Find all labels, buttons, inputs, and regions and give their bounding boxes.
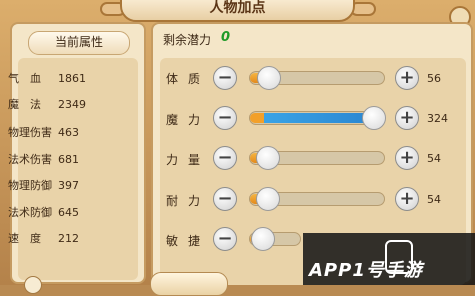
stat-label: 法术伤害 — [8, 153, 52, 166]
stat-value: 463 — [58, 126, 79, 139]
info-icon[interactable] — [24, 276, 42, 294]
stat-value: 1861 — [58, 72, 86, 85]
stat-label: 物理防御 — [8, 179, 52, 192]
magic-plus-button[interactable]: + — [395, 106, 419, 130]
magic-minus-button[interactable]: − — [213, 106, 237, 130]
magic-slider-fill — [250, 113, 374, 123]
stat-label: 气 血 — [8, 72, 41, 85]
window-title: 人物加点 — [209, 0, 266, 16]
remaining-potential-value: 0 — [221, 30, 231, 45]
agility-slider[interactable] — [249, 227, 301, 251]
stat-row-physical-defense: 物理防御 397 — [8, 177, 79, 193]
agility-minus-button[interactable]: − — [213, 227, 237, 251]
strength-slider-handle[interactable] — [255, 146, 280, 170]
stat-value: 2349 — [58, 98, 86, 111]
constitution-plus-button[interactable]: + — [395, 66, 419, 90]
attr-name-endurance: 耐力 — [166, 194, 211, 208]
remaining-potential-label: 剩余潜力 — [163, 33, 212, 47]
stat-row-mp: 魔 法 2349 — [8, 96, 86, 112]
attr-name-constitution: 体质 — [166, 72, 211, 86]
stat-row-magic-defense: 法术防御 645 — [8, 204, 79, 220]
magic-value: 324 — [427, 112, 448, 125]
endurance-slider-handle[interactable] — [255, 187, 280, 211]
stat-row-magic-damage: 法术伤害 681 — [8, 151, 79, 167]
stat-value: 397 — [58, 179, 79, 192]
stat-row-physical-damage: 物理伤害 463 — [8, 124, 79, 140]
endurance-plus-button[interactable]: + — [395, 187, 419, 211]
constitution-slider-handle[interactable] — [256, 66, 281, 90]
stat-row-hp: 气 血 1861 — [8, 70, 86, 86]
attr-name-strength: 力量 — [166, 153, 211, 167]
watermark-text: APP1号手游 — [309, 260, 423, 281]
stat-label: 法术防御 — [8, 206, 52, 219]
constitution-slider[interactable] — [249, 66, 385, 90]
attr-name-magic: 魔力 — [166, 113, 211, 127]
magic-slider[interactable] — [249, 106, 386, 130]
stat-list — [18, 58, 138, 280]
constitution-value: 56 — [427, 72, 441, 85]
endurance-slider[interactable] — [249, 187, 385, 211]
constitution-minus-button[interactable]: − — [213, 66, 237, 90]
stat-value: 645 — [58, 206, 79, 219]
strength-value: 54 — [427, 152, 441, 165]
attr-name-agility: 敏捷 — [166, 234, 211, 248]
stat-value: 212 — [58, 232, 79, 245]
reset-button[interactable] — [150, 272, 228, 296]
strength-slider[interactable] — [249, 146, 385, 170]
strength-minus-button[interactable]: − — [213, 146, 237, 170]
stat-label: 物理伤害 — [8, 126, 52, 139]
stat-label: 魔 法 — [8, 98, 41, 111]
strength-plus-button[interactable]: + — [395, 146, 419, 170]
magic-slider-handle[interactable] — [362, 106, 386, 130]
current-attributes-header: 当前属性 — [28, 31, 130, 55]
stat-row-speed: 速 度 212 — [8, 230, 79, 246]
endurance-minus-button[interactable]: − — [213, 187, 237, 211]
stat-value: 681 — [58, 153, 79, 166]
title-banner: 人物加点 — [120, 0, 355, 22]
endurance-value: 54 — [427, 193, 441, 206]
stat-label: 速 度 — [8, 232, 41, 245]
